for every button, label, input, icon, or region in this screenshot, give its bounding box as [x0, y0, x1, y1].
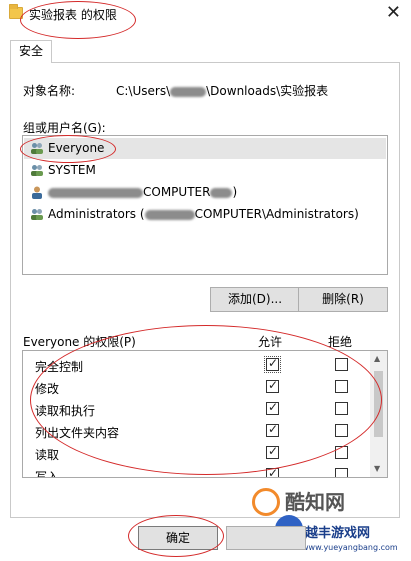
list-item-text: Administrators (COMPUTER\Administrators)	[48, 207, 359, 221]
scroll-thumb[interactable]	[374, 371, 383, 437]
permission-row: 列出文件夹内容	[23, 420, 371, 442]
path-suffix: \Downloads\实验报表	[206, 84, 329, 98]
cancel-button[interactable]	[226, 526, 306, 550]
deny-checkbox[interactable]	[335, 402, 348, 415]
tab-label: 安全	[18, 44, 43, 58]
list-item[interactable]: SYSTEM	[24, 160, 386, 181]
list-item-text: Everyone	[48, 141, 105, 155]
allow-checkbox[interactable]	[266, 400, 279, 415]
title-bar: 实验报表 的权限 ✕	[0, 0, 411, 30]
scroll-down-icon[interactable]: ▼	[374, 464, 380, 473]
permission-name: 完全控制	[35, 360, 84, 374]
remove-button[interactable]: 删除(R)	[298, 287, 388, 312]
permission-name: 读取和执行	[35, 404, 96, 418]
permission-name: 读取	[35, 448, 60, 462]
close-button[interactable]: ✕	[386, 2, 401, 24]
allow-column-header: 允许	[258, 335, 283, 349]
permission-row: 修改	[23, 376, 371, 398]
list-item-text: COMPUTER)	[48, 185, 237, 199]
permission-name: 修改	[35, 382, 60, 396]
permission-row: 读取和执行	[23, 398, 371, 420]
list-item[interactable]: COMPUTER)	[24, 182, 386, 203]
scroll-up-icon[interactable]: ▲	[374, 354, 380, 363]
deny-checkbox[interactable]	[335, 424, 348, 437]
permissions-list: 完全控制 修改 读取和执行 列出文件夹内容 读取 写入	[22, 350, 388, 478]
users-icon	[31, 209, 43, 220]
tab-security[interactable]: 安全	[10, 40, 52, 63]
list-item[interactable]: Everyone	[24, 138, 386, 159]
permissions-dialog: 实验报表 的权限 ✕ 安全 对象名称: C:\Users\ \Downloads\…	[0, 0, 411, 561]
path-prefix: C:\Users\	[116, 84, 171, 98]
user-icon	[32, 186, 42, 199]
watermark-brand-secondary: 越丰游戏网	[305, 526, 371, 541]
redacted-user	[48, 187, 143, 198]
permissions-scrollbar[interactable]: ▲ ▼	[370, 351, 387, 477]
deny-checkbox[interactable]	[335, 468, 348, 477]
folder-icon	[9, 4, 23, 19]
object-name-value: C:\Users\ \Downloads\实验报表	[116, 82, 328, 99]
allow-checkbox[interactable]	[266, 466, 279, 477]
redacted-user	[210, 187, 233, 198]
group-users-list[interactable]: Everyone SYSTEM COMPUTER) Administrators…	[22, 135, 388, 275]
users-icon	[31, 143, 43, 154]
watermark-logo-icon	[252, 488, 280, 516]
users-icon	[31, 165, 43, 176]
permission-name: 列出文件夹内容	[35, 426, 120, 440]
permission-row: 写入	[23, 464, 371, 478]
allow-checkbox[interactable]	[266, 422, 279, 437]
allow-checkbox[interactable]	[264, 356, 281, 373]
add-button[interactable]: 添加(D)...	[210, 287, 300, 312]
list-item-text: SYSTEM	[48, 163, 96, 177]
watermark-url: www.yueyangbang.com	[302, 543, 398, 552]
list-item[interactable]: Administrators (COMPUTER\Administrators)	[24, 204, 386, 225]
allow-checkbox[interactable]	[266, 444, 279, 459]
deny-checkbox[interactable]	[335, 380, 348, 393]
deny-checkbox[interactable]	[335, 358, 348, 371]
watermark-brand: 酷知网	[285, 490, 345, 514]
permissions-title: Everyone 的权限(P)	[23, 335, 136, 349]
deny-checkbox[interactable]	[335, 446, 348, 459]
window-title: 实验报表 的权限	[29, 8, 117, 22]
redacted-computer	[144, 209, 195, 220]
permission-name: 写入	[35, 470, 60, 478]
permission-row: 完全控制	[23, 354, 371, 376]
allow-checkbox[interactable]	[266, 378, 279, 393]
object-name-label: 对象名称:	[23, 84, 76, 98]
deny-column-header: 拒绝	[328, 335, 353, 349]
permission-row: 读取	[23, 442, 371, 464]
group-users-label: 组或用户名(G):	[23, 121, 106, 135]
redacted-username	[170, 86, 207, 97]
ok-button[interactable]: 确定	[138, 526, 218, 550]
